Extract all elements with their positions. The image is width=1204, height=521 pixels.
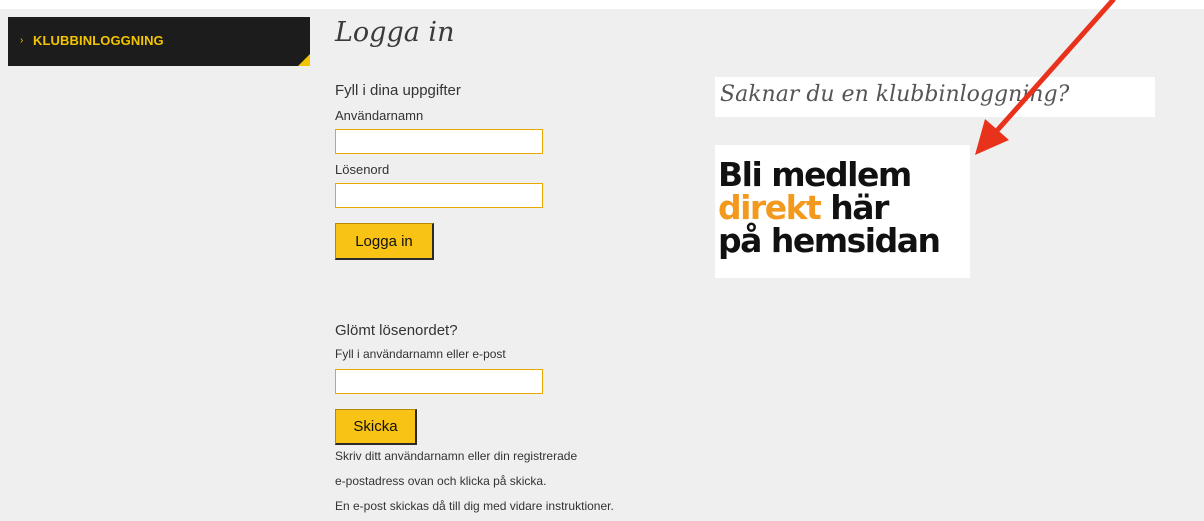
banner-line-3: på hemsidan [718, 221, 941, 260]
username-label: Användarnamn [335, 108, 424, 123]
sidebar-item-label: KLUBBINLOGGNING [33, 33, 164, 48]
send-button[interactable]: Skicka [335, 409, 417, 445]
forgot-field-label: Fyll i användarnamn eller e-post [335, 347, 506, 361]
chevron-right-icon: › [20, 35, 24, 46]
password-input[interactable] [335, 183, 543, 208]
help-text-line: e-postadress ovan och klicka på skicka. [335, 474, 547, 488]
sidebar-item-klubbinloggning[interactable]: › KLUBBINLOGGNING [8, 17, 310, 66]
promo-heading: Saknar du en klubbinloggning? [720, 82, 1070, 107]
username-or-email-input[interactable] [335, 369, 543, 394]
login-button[interactable]: Logga in [335, 223, 434, 260]
password-label: Lösenord [335, 162, 390, 177]
forgot-password-heading: Glömt lösenordet? [335, 322, 458, 339]
join-membership-banner[interactable]: Bli medlem direkt här på hemsidan [715, 145, 970, 278]
page-title: Logga in [335, 17, 455, 48]
help-text-line: Skriv ditt användarnamn eller din regist… [335, 449, 578, 463]
username-input[interactable] [335, 129, 543, 154]
help-text-line: En e-post skickas då till dig med vidare… [335, 499, 614, 513]
login-subtitle: Fyll i dina uppgifter [335, 82, 461, 99]
